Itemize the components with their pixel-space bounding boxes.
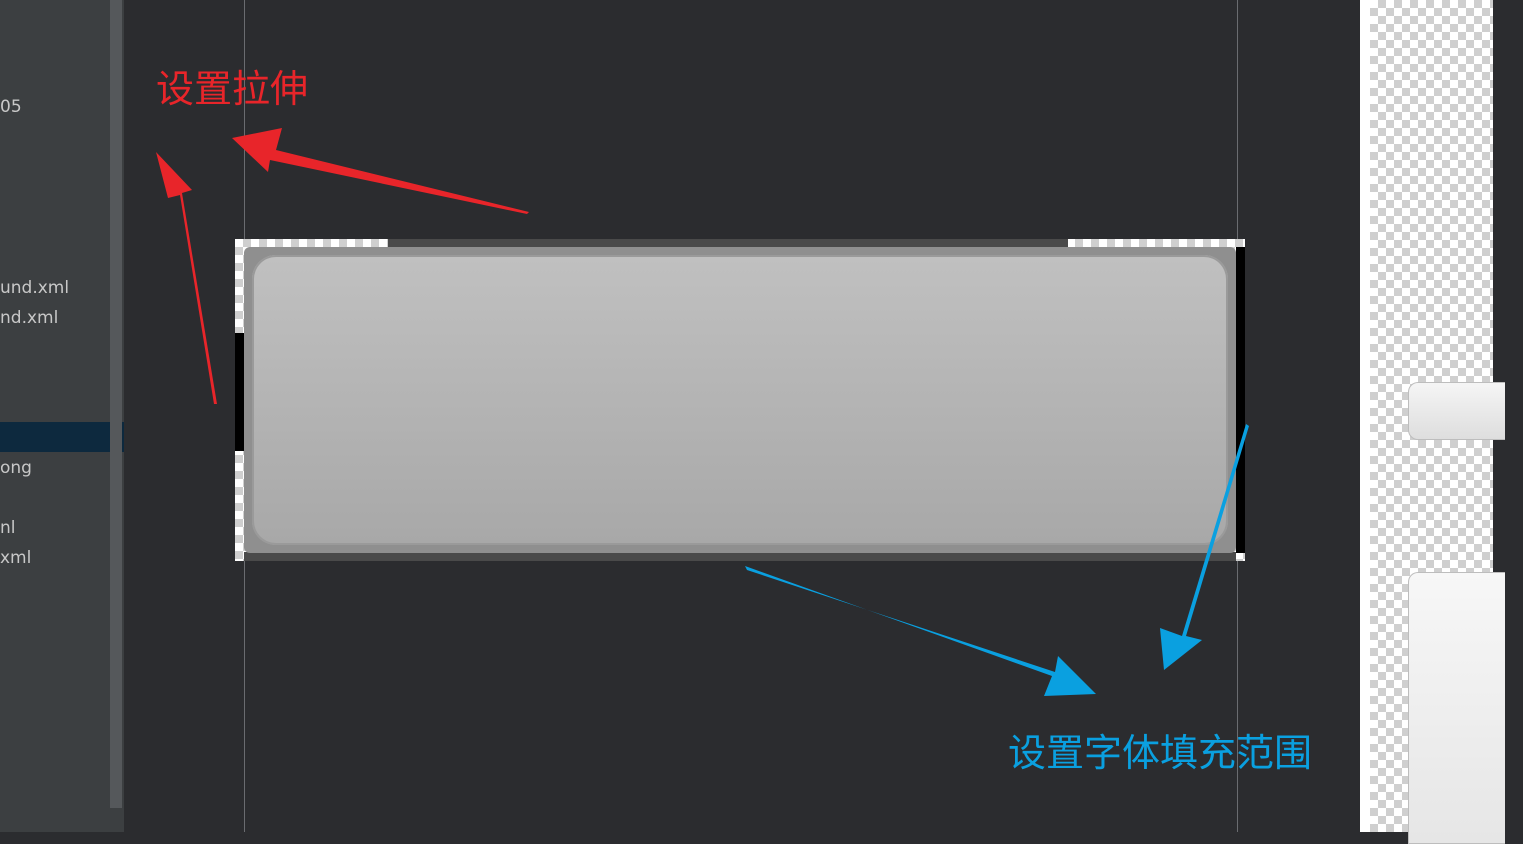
file-item[interactable]: und.xml (0, 273, 112, 303)
preview-button-small (1408, 382, 1505, 440)
padding-marker-right[interactable] (1236, 247, 1245, 553)
file-item[interactable]: ong (0, 453, 112, 483)
stretch-marker-top[interactable] (388, 239, 1068, 247)
content-annotation: 设置字体填充范围 (1008, 731, 1313, 775)
padding-marker-bottom[interactable] (244, 552, 1236, 561)
ninepatch-image[interactable] (235, 239, 1245, 561)
button-face (252, 255, 1228, 545)
stretch-annotation: 设置拉伸 (156, 67, 309, 111)
button-image (244, 247, 1236, 553)
file-item-selected[interactable] (0, 422, 124, 452)
preview-button-large (1408, 572, 1505, 844)
preview-edge (1360, 0, 1370, 832)
file-item[interactable]: 05 (0, 92, 112, 122)
project-panel: 05 und.xml nd.xml ong nl xml (0, 0, 124, 832)
file-item[interactable]: nl (0, 513, 112, 543)
file-item[interactable]: xml (0, 543, 112, 573)
preview-panel (1360, 0, 1523, 844)
stretch-marker-left[interactable] (235, 333, 244, 451)
sidebar-scrollbar[interactable] (110, 0, 122, 808)
file-item[interactable]: nd.xml (0, 303, 112, 333)
